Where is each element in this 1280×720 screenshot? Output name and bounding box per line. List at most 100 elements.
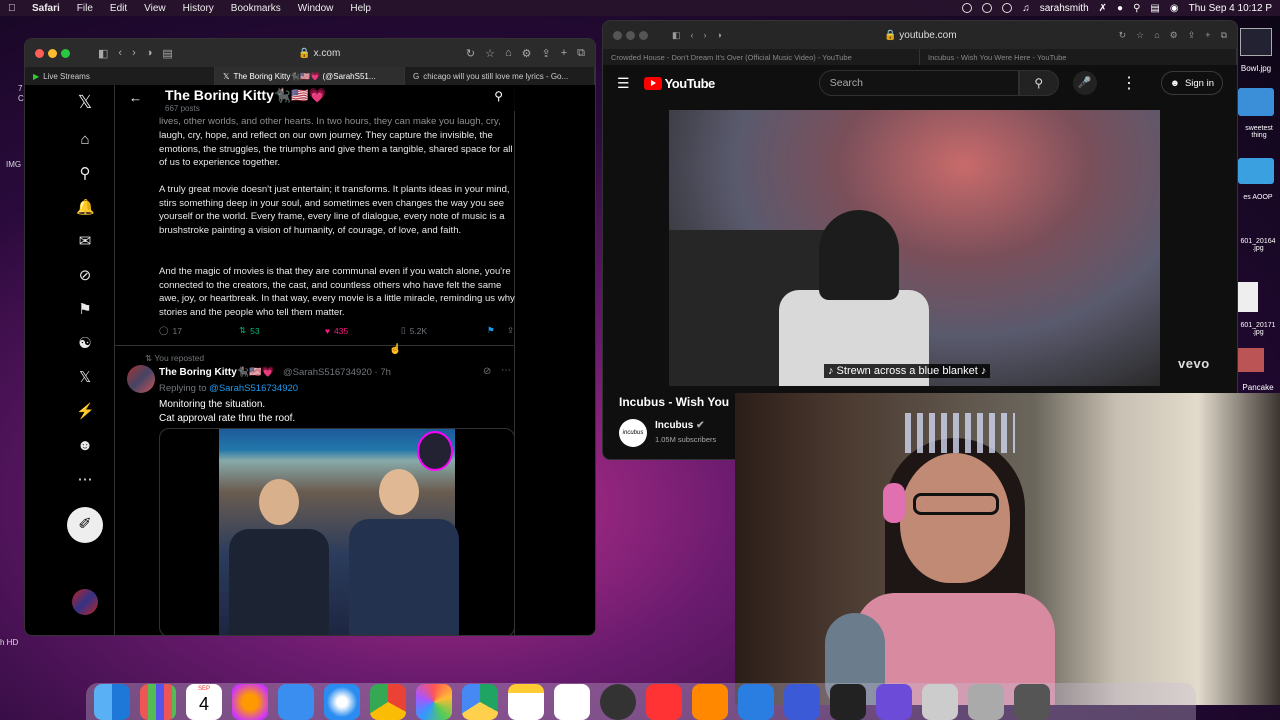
like-button[interactable]: ♥ 435 <box>325 325 401 336</box>
star-icon[interactable]: ☆ <box>1136 30 1144 41</box>
desktop-file-thumb[interactable] <box>1238 348 1264 372</box>
app-icon[interactable] <box>876 683 912 720</box>
shield-icon[interactable]: ◑ <box>717 30 722 40</box>
notifications-icon[interactable]: 🔔 <box>76 199 95 217</box>
desktop-file-thumb[interactable] <box>1240 28 1272 56</box>
chrome-icon[interactable] <box>370 683 406 720</box>
close-window-button[interactable] <box>613 30 622 40</box>
desktop-file-label[interactable]: Pancake <box>1236 383 1280 392</box>
hamburger-menu-icon[interactable]: ☰ <box>617 75 630 92</box>
menu-history[interactable]: History <box>183 3 214 14</box>
repost-button[interactable]: ⇅ 53 <box>239 325 325 336</box>
more-options-icon[interactable]: ⋮ <box>1121 73 1137 93</box>
lightning-icon[interactable]: ⚡ <box>76 403 95 421</box>
microphone-icon[interactable]: 🎤 <box>1072 71 1097 95</box>
canva-icon[interactable] <box>784 683 820 720</box>
bluetooth-icon[interactable]: ✗ <box>1099 3 1107 14</box>
mention-link[interactable]: @SarahS516734920 <box>209 383 298 394</box>
desktop-file-label[interactable]: 601_20171 .jpg <box>1236 322 1280 336</box>
x-logo-icon[interactable]: 𝕏 <box>76 93 94 111</box>
firefox-icon[interactable] <box>232 683 268 720</box>
apple-menu-icon[interactable]:  <box>8 3 18 14</box>
reload-icon[interactable]: ↻ <box>466 47 475 60</box>
tab-crowded-house[interactable]: Crowded House - Don't Dream It's Over (O… <box>603 49 920 65</box>
status-icon-2[interactable] <box>982 3 993 13</box>
search-button[interactable]: ⚲ <box>1018 70 1059 96</box>
finder-icon[interactable] <box>94 683 130 720</box>
premium-icon[interactable]: 𝕏 <box>76 369 94 387</box>
tweet-image[interactable] <box>219 429 459 635</box>
status-icon-3[interactable] <box>1002 3 1013 13</box>
user-name[interactable]: sarahsmith <box>1040 3 1089 14</box>
sidebar-icon[interactable]: ◧ <box>672 30 681 41</box>
sign-in-button[interactable]: ☻ Sign in <box>1160 71 1223 95</box>
forward-icon[interactable]: › <box>132 47 136 59</box>
communities-icon[interactable]: ☯ <box>76 335 94 353</box>
youtube-logo[interactable]: YouTube <box>643 76 715 91</box>
menu-help[interactable]: Help <box>350 3 371 14</box>
mail-icon[interactable] <box>278 683 314 720</box>
search-input[interactable]: Search <box>818 70 1019 96</box>
messages-icon[interactable]: ✉ <box>76 233 94 251</box>
avatar[interactable] <box>127 365 155 393</box>
more-icon[interactable]: ⋯ <box>76 471 94 489</box>
search-icon[interactable]: ⚲ <box>494 89 503 103</box>
address-bar[interactable]: 🔒 x.com <box>183 48 456 59</box>
gear-icon[interactable]: ⚙ <box>1170 30 1178 41</box>
address-bar[interactable]: 🔒 youtube.com <box>732 30 1109 41</box>
menu-file[interactable]: File <box>77 3 93 14</box>
back-arrow-icon[interactable]: ← <box>129 90 142 105</box>
desktop-file-thumb[interactable] <box>1238 282 1258 312</box>
menu-bookmarks[interactable]: Bookmarks <box>231 3 281 14</box>
back-icon[interactable]: ‹ <box>118 47 122 59</box>
clock[interactable]: Thu Sep 4 10:12 P <box>1189 3 1272 14</box>
search-spotlight-icon[interactable]: ⚲ <box>1133 3 1140 14</box>
tab-google-search[interactable]: Gchicago will you still love me lyrics -… <box>405 67 595 85</box>
photos-icon[interactable] <box>416 683 452 720</box>
freeform-icon[interactable] <box>554 683 590 720</box>
gear-icon[interactable]: ⚙ <box>522 47 532 60</box>
wifi-icon[interactable]: ● <box>1117 3 1123 14</box>
back-icon[interactable]: ‹ <box>691 30 694 40</box>
tweet-media[interactable] <box>159 428 515 635</box>
folder-icon[interactable] <box>1238 158 1274 184</box>
tab-overview-icon[interactable]: ⧉ <box>1221 30 1227 41</box>
headphones-icon[interactable]: ♫ <box>1022 3 1030 14</box>
menu-edit[interactable]: Edit <box>110 3 127 14</box>
new-tab-icon[interactable]: + <box>561 47 567 59</box>
zoom-window-button[interactable] <box>61 48 70 58</box>
share-icon[interactable]: ⇪ <box>1188 30 1196 41</box>
app-icon[interactable] <box>922 683 958 720</box>
author-name[interactable]: The Boring Kitty🐈‍⬛🇺🇸💗 <box>159 367 274 378</box>
more-options-icon[interactable]: ⋯ <box>501 365 511 376</box>
obs-icon[interactable] <box>600 683 636 720</box>
desktop-file-label[interactable]: sweetest thing <box>1238 125 1280 139</box>
desktop-file-label[interactable]: es AOOP <box>1236 194 1280 201</box>
news-icon[interactable] <box>646 683 682 720</box>
sublime-text-icon[interactable] <box>692 683 728 720</box>
menu-window[interactable]: Window <box>298 3 334 14</box>
video-player[interactable]: ♪ Strewn across a blue blanket ♪ <box>669 110 1160 386</box>
home-icon[interactable]: ⌂ <box>1154 30 1159 40</box>
notes-icon[interactable] <box>508 683 544 720</box>
share-icon[interactable]: ⇪ <box>541 47 550 60</box>
tab-live-streams[interactable]: ▶ Live Streams <box>25 67 215 85</box>
menu-app-name[interactable]: Safari <box>32 3 60 14</box>
home-icon[interactable]: ⌂ <box>505 47 512 59</box>
tab-incubus[interactable]: Incubus - Wish You Were Here - YouTube <box>920 49 1237 65</box>
launchpad-icon[interactable] <box>140 683 176 720</box>
calendar-icon[interactable]: SEP 4 <box>186 683 222 720</box>
reader-icon[interactable]: ▤ <box>162 47 172 60</box>
bookmark-icon[interactable]: ⚑ <box>487 325 507 336</box>
close-window-button[interactable] <box>35 48 44 58</box>
forward-icon[interactable]: › <box>704 30 707 40</box>
threads-icon[interactable] <box>830 683 866 720</box>
star-icon[interactable]: ☆ <box>485 47 495 60</box>
profile-icon[interactable]: ☻ <box>76 437 94 455</box>
safari-icon[interactable] <box>324 683 360 720</box>
desktop-file-label[interactable]: Bowl.jpg <box>1236 64 1276 73</box>
app-icon[interactable] <box>1014 683 1050 720</box>
reload-icon[interactable]: ↻ <box>1119 30 1127 41</box>
search-icon[interactable]: ⚲ <box>76 165 94 183</box>
desktop-file-label[interactable]: 601_20164 .jpg <box>1236 238 1280 252</box>
